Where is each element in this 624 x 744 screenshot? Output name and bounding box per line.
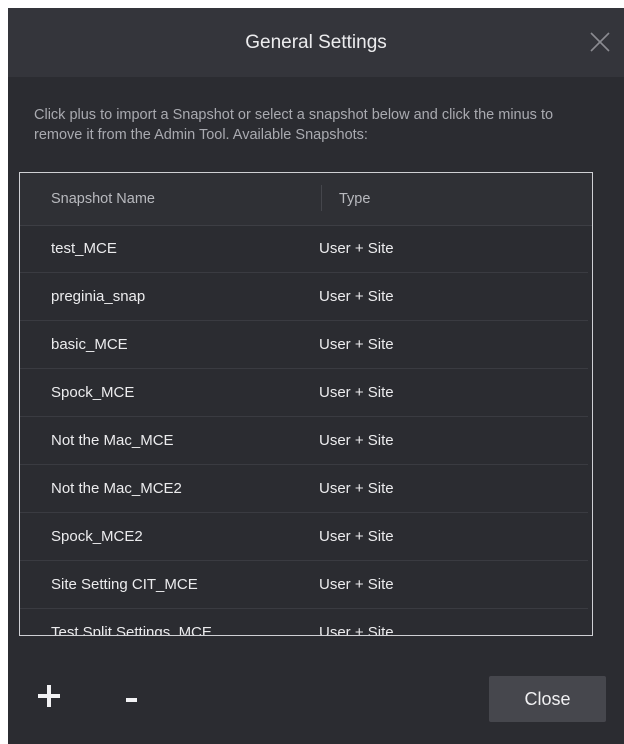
snapshot-type-cell: User + Site [319, 432, 394, 449]
general-settings-dialog: General Settings Click plus to import a … [8, 8, 624, 744]
remove-snapshot-button[interactable] [118, 678, 154, 714]
snapshot-name-cell: test_MCE [51, 240, 117, 257]
column-header-type: Type [339, 191, 371, 207]
snapshot-table: Snapshot Name Type test_MCE User + Site … [19, 172, 593, 636]
add-snapshot-button[interactable] [32, 678, 68, 714]
snapshot-type-cell: User + Site [319, 576, 394, 593]
column-header-snapshot-name: Snapshot Name [51, 191, 155, 207]
snapshot-type-cell: User + Site [319, 384, 394, 401]
table-row[interactable]: Not the Mac_MCE2 User + Site [20, 465, 588, 513]
table-body: test_MCE User + Site preginia_snap User … [20, 225, 588, 636]
table-header: Snapshot Name Type [20, 173, 592, 226]
plus-icon [38, 685, 60, 707]
table-row[interactable]: preginia_snap User + Site [20, 273, 588, 321]
table-row[interactable]: Spock_MCE2 User + Site [20, 513, 588, 561]
snapshot-name-cell: Not the Mac_MCE2 [51, 480, 182, 497]
table-row[interactable]: test_MCE User + Site [20, 225, 588, 273]
snapshot-name-cell: basic_MCE [51, 336, 128, 353]
snapshot-type-cell: User + Site [319, 240, 394, 257]
table-row[interactable]: Not the Mac_MCE User + Site [20, 417, 588, 465]
close-x-icon[interactable] [588, 30, 612, 54]
snapshot-type-cell: User + Site [319, 336, 394, 353]
column-divider[interactable] [321, 185, 322, 211]
snapshot-type-cell: User + Site [319, 480, 394, 497]
dialog-titlebar: General Settings [8, 8, 624, 77]
minus-icon [126, 698, 137, 702]
snapshot-name-cell: Test Split Settings_MCE [51, 624, 212, 636]
snapshot-type-cell: User + Site [319, 288, 394, 305]
table-row[interactable]: basic_MCE User + Site [20, 321, 588, 369]
close-button[interactable]: Close [489, 676, 606, 722]
snapshot-name-cell: Spock_MCE [51, 384, 135, 401]
snapshot-name-cell: Not the Mac_MCE [51, 432, 174, 449]
table-row[interactable]: Test Split Settings_MCE User + Site [20, 609, 588, 636]
table-row[interactable]: Spock_MCE User + Site [20, 369, 588, 417]
snapshot-name-cell: Site Setting CIT_MCE [51, 576, 198, 593]
table-row[interactable]: Site Setting CIT_MCE User + Site [20, 561, 588, 609]
dialog-footer: Close [8, 636, 624, 744]
instructions-text: Click plus to import a Snapshot or selec… [34, 107, 554, 143]
snapshot-name-cell: Spock_MCE2 [51, 528, 143, 545]
dialog-title: General Settings [245, 32, 387, 53]
snapshot-type-cell: User + Site [319, 528, 394, 545]
snapshot-type-cell: User + Site [319, 624, 394, 636]
snapshot-name-cell: preginia_snap [51, 288, 146, 305]
